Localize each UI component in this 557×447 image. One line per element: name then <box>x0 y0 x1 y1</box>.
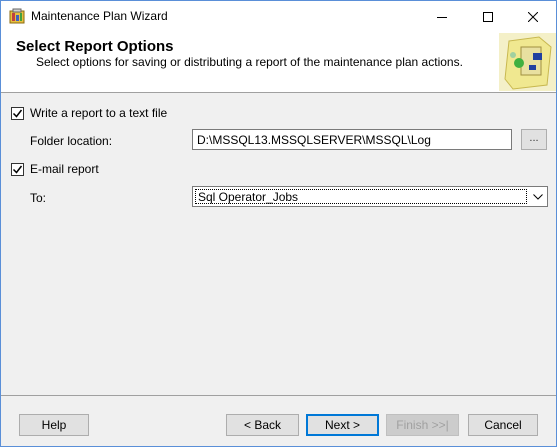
email-report-checkbox[interactable] <box>11 163 24 176</box>
to-operator-dropdown[interactable]: Sql Operator_Jobs <box>192 186 548 207</box>
minimize-icon <box>437 16 447 18</box>
window-title: Maintenance Plan Wizard <box>31 9 168 23</box>
page-subtitle: Select options for saving or distributin… <box>36 55 463 69</box>
wizard-banner-icon <box>499 33 556 91</box>
maximize-button[interactable] <box>465 1 511 32</box>
chevron-down-icon[interactable] <box>529 187 547 206</box>
minimize-button[interactable] <box>419 1 465 32</box>
close-button[interactable] <box>510 1 556 32</box>
maximize-icon <box>483 11 493 22</box>
footer-divider <box>1 395 556 396</box>
browse-folder-button[interactable]: ... <box>521 129 547 150</box>
wizard-window: Maintenance Plan Wizard Select Report Op… <box>0 0 557 447</box>
folder-location-input[interactable] <box>192 129 512 150</box>
cancel-button[interactable]: Cancel <box>468 414 538 436</box>
close-icon <box>528 11 538 22</box>
help-button[interactable]: Help <box>19 414 89 436</box>
page-title: Select Report Options <box>16 38 174 55</box>
checkmark-icon <box>12 165 23 174</box>
maintenance-plan-icon <box>9 8 25 24</box>
to-selected-value: Sql Operator_Jobs <box>195 189 527 204</box>
back-button[interactable]: < Back <box>226 414 299 436</box>
wizard-header: Select Report Options Select options for… <box>1 32 556 93</box>
to-label: To: <box>30 191 47 205</box>
next-button[interactable]: Next > <box>306 414 379 436</box>
write-report-checkbox[interactable] <box>11 107 24 120</box>
write-report-label[interactable]: Write a report to a text file <box>30 106 167 120</box>
finish-button[interactable]: Finish >>| <box>386 414 459 436</box>
title-bar[interactable]: Maintenance Plan Wizard <box>1 1 556 32</box>
folder-location-label: Folder location: <box>30 134 113 148</box>
checkmark-icon <box>12 109 23 118</box>
email-report-label[interactable]: E-mail report <box>30 162 99 176</box>
